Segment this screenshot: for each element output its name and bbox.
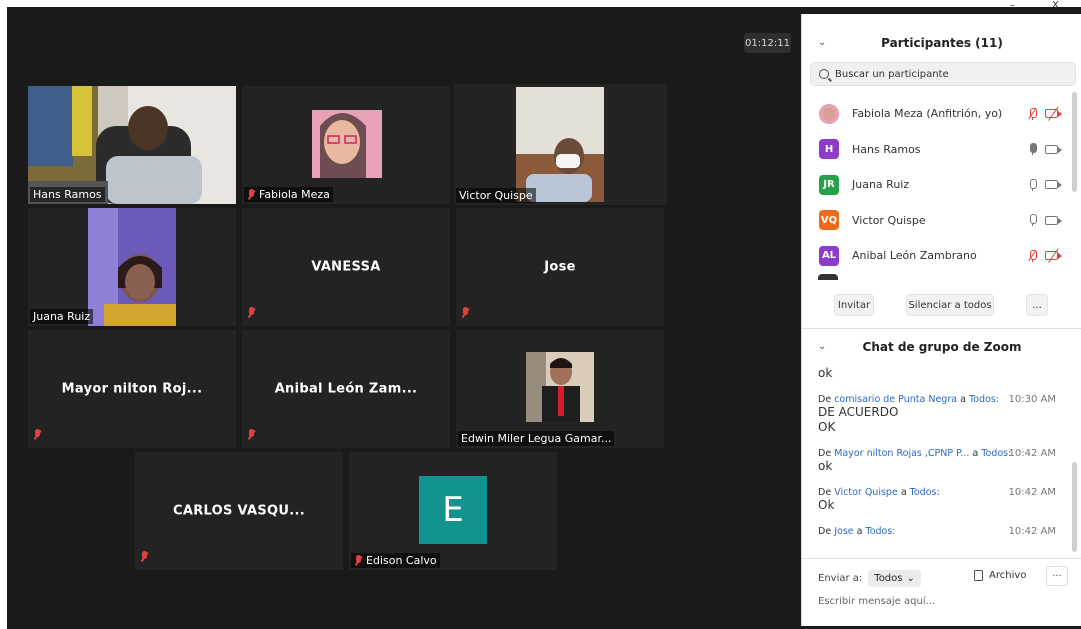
- participant-row[interactable]: H Hans Ramos: [802, 132, 1068, 168]
- avatar: [819, 103, 839, 124]
- mic-muted-icon: [461, 303, 470, 322]
- mic-muted-icon: [247, 303, 256, 322]
- avatar: [818, 273, 838, 280]
- video-off-icon[interactable]: [1045, 248, 1062, 264]
- avatar: JR: [819, 174, 839, 195]
- mic-muted-icon[interactable]: [1028, 107, 1037, 120]
- chat-message-input[interactable]: Escribir mensaje aquí...: [818, 596, 935, 607]
- participant-initial-avatar: E: [419, 476, 487, 544]
- mic-muted-icon: [247, 425, 256, 444]
- video-icon[interactable]: [1045, 180, 1062, 190]
- file-button[interactable]: Archivo: [974, 570, 1026, 581]
- participant-name-label: Juana Ruiz: [30, 309, 94, 324]
- divider: [802, 328, 1081, 329]
- more-options-button[interactable]: ...: [1026, 294, 1048, 316]
- video-icon[interactable]: [1045, 144, 1062, 154]
- participant-display-name: Anibal León Zam...: [274, 381, 418, 397]
- chat-message: De Victor Quispe a Todos: 10:42 AM Ok: [818, 487, 1056, 512]
- participant-name-label: Edison Calvo: [351, 553, 440, 568]
- participant-row[interactable]: JR Juana Ruiz: [802, 167, 1068, 203]
- participant-display-name: Mayor nilton Roj...: [61, 381, 203, 397]
- video-tile-mayor-nilton[interactable]: Mayor nilton Roj...: [28, 330, 236, 448]
- divider: [802, 558, 1081, 559]
- side-panel: ⌄ Participantes (11) Buscar un participa…: [801, 14, 1081, 626]
- video-tile-carlos-vasqu[interactable]: CARLOS VASQU...: [135, 452, 343, 570]
- search-icon: [819, 69, 829, 79]
- video-tile-jose[interactable]: Jose: [456, 208, 664, 326]
- file-icon: [974, 570, 983, 581]
- chat-title: Chat de grupo de Zoom: [862, 340, 1022, 354]
- participant-name-label: Edwin Miler Legua Gamar...: [458, 431, 615, 446]
- send-to-selector: Enviar a: Todos ⌄: [818, 570, 921, 587]
- video-tile-edison-calvo[interactable]: E Edison Calvo: [349, 452, 557, 570]
- chat-message: ok: [818, 366, 833, 380]
- chevron-down-icon: ⌄: [906, 573, 915, 584]
- participant-name-label: Hans Ramos: [30, 187, 105, 202]
- participant-display-name: Jose: [544, 259, 576, 275]
- participant-video: [454, 84, 667, 205]
- video-icon[interactable]: [1045, 215, 1062, 225]
- chat-message: De Mayor nilton Rojas ,CPNP P... a Todos…: [818, 448, 1056, 473]
- participant-row[interactable]: AL Anibal León Zambrano: [802, 238, 1068, 274]
- mic-muted-icon: [247, 189, 256, 200]
- video-tile-fabiola-meza[interactable]: Fabiola Meza: [242, 86, 450, 204]
- chat-scrollbar[interactable]: [1072, 462, 1077, 552]
- participant-search-input[interactable]: Buscar un participante: [810, 62, 1076, 86]
- video-tile-juana-ruiz[interactable]: Juana Ruiz: [28, 208, 236, 326]
- participant-actions: Invitar Silenciar a todos ...: [802, 294, 1081, 318]
- video-tile-edwin-miler[interactable]: Edwin Miler Legua Gamar...: [456, 330, 664, 448]
- participant-row[interactable]: Fabiola Meza (Anfitrión, yo): [802, 96, 1068, 132]
- mute-all-button[interactable]: Silenciar a todos: [906, 294, 994, 316]
- mic-icon[interactable]: [1028, 178, 1037, 191]
- video-tile-vanessa[interactable]: VANESSA: [242, 208, 450, 326]
- invite-button[interactable]: Invitar: [834, 294, 874, 316]
- avatar: H: [819, 139, 839, 160]
- avatar: VQ: [819, 210, 839, 231]
- participant-display-name: CARLOS VASQU...: [173, 503, 305, 519]
- participant-name-label: Fabiola Meza: [244, 187, 333, 202]
- meeting-timer: 01:12:11: [744, 33, 791, 53]
- chat-more-button[interactable]: ···: [1046, 566, 1068, 586]
- mic-muted-icon: [33, 425, 42, 444]
- avatar: AL: [819, 245, 839, 266]
- video-tile-anibal-leon[interactable]: Anibal León Zam...: [242, 330, 450, 448]
- participants-header: ⌄ Participantes (11): [802, 36, 1081, 58]
- mic-muted-icon: [140, 547, 149, 566]
- recipient-dropdown[interactable]: Todos ⌄: [868, 570, 921, 587]
- participants-title: Participantes (11): [881, 36, 1003, 50]
- mic-active-icon[interactable]: [1028, 143, 1037, 156]
- video-off-icon[interactable]: [1045, 106, 1062, 122]
- participant-display-name: VANESSA: [311, 259, 381, 275]
- video-tile-victor-quispe[interactable]: Victor Quispe: [454, 84, 667, 205]
- participant-row[interactable]: VQ Victor Quispe: [802, 203, 1068, 239]
- mic-muted-icon[interactable]: [1028, 249, 1037, 262]
- participant-list: Fabiola Meza (Anfitrión, yo) H Hans Ramo…: [802, 96, 1068, 280]
- video-tile-hans-ramos[interactable]: Hans Ramos: [28, 86, 236, 204]
- chat-message: De comisario de Punta Negra a Todos: 10:3…: [818, 394, 1056, 434]
- participant-name-label: Victor Quispe: [456, 188, 536, 203]
- chat-message: De Jose a Todos: 10:42 AM: [818, 526, 1056, 537]
- mic-icon[interactable]: [1028, 214, 1037, 227]
- chat-messages: ok De comisario de Punta Negra a Todos: 1…: [802, 366, 1068, 537]
- chat-footer: Enviar a: Todos ⌄ Archivo ··· Escribir me…: [802, 562, 1081, 626]
- chat-header: ⌄ Chat de grupo de Zoom: [802, 340, 1081, 362]
- mic-muted-icon: [354, 555, 363, 566]
- participant-list-scrollbar[interactable]: [1072, 92, 1077, 192]
